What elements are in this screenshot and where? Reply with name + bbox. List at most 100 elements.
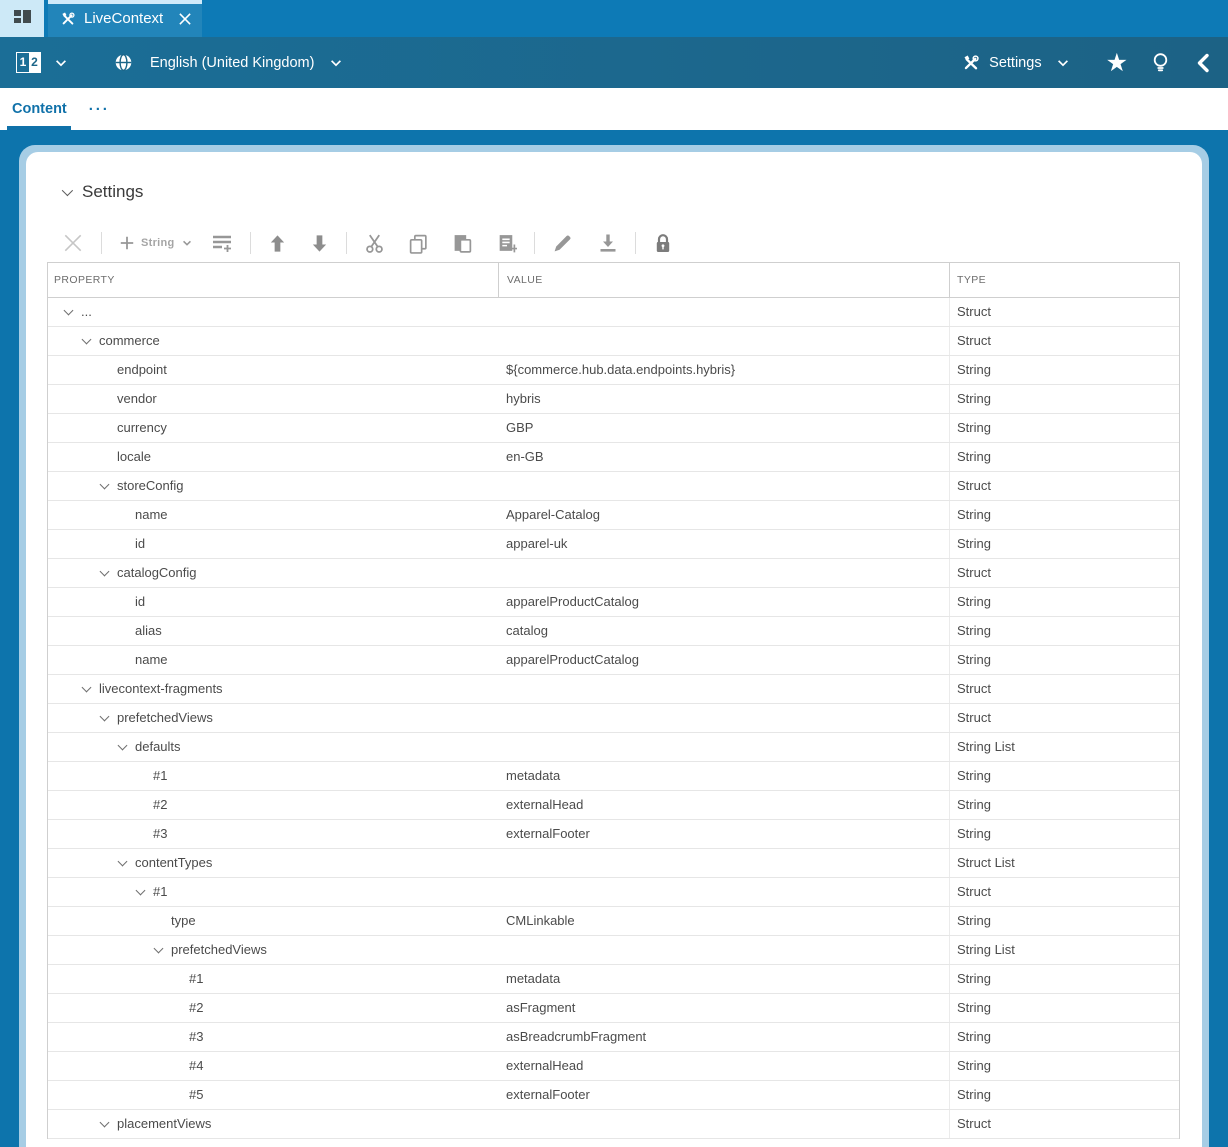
table-row[interactable]: localeen-GBString: [48, 443, 1179, 472]
table-row[interactable]: #2asFragmentString: [48, 994, 1179, 1023]
value-cell[interactable]: apparelProductCatalog: [498, 588, 949, 616]
expand-chevron-icon[interactable]: [100, 712, 110, 722]
value-cell[interactable]: apparelProductCatalog: [498, 646, 949, 674]
value-cell[interactable]: [498, 936, 949, 964]
paste-here-icon[interactable]: [496, 233, 517, 254]
property-cell[interactable]: commerce: [48, 327, 498, 355]
table-row[interactable]: nameApparel-CatalogString: [48, 501, 1179, 530]
property-cell[interactable]: #1: [48, 965, 498, 993]
property-cell[interactable]: name: [48, 501, 498, 529]
table-row[interactable]: contentTypesStruct List: [48, 849, 1179, 878]
expand-chevron-icon[interactable]: [154, 944, 164, 954]
table-row[interactable]: defaultsString List: [48, 733, 1179, 762]
value-cell[interactable]: externalFooter: [498, 1081, 949, 1109]
property-cell[interactable]: #3: [48, 820, 498, 848]
value-cell[interactable]: externalHead: [498, 791, 949, 819]
site-switcher-chevron-icon[interactable]: [54, 56, 68, 70]
property-cell[interactable]: id: [48, 530, 498, 558]
table-row[interactable]: endpoint${commerce.hub.data.endpoints.hy…: [48, 356, 1179, 385]
property-cell[interactable]: id: [48, 588, 498, 616]
value-cell[interactable]: [498, 878, 949, 906]
remove-icon[interactable]: [62, 232, 84, 254]
value-cell[interactable]: ${commerce.hub.data.endpoints.hybris}: [498, 356, 949, 384]
table-row[interactable]: #3asBreadcrumbFragmentString: [48, 1023, 1179, 1052]
table-row[interactable]: currencyGBPString: [48, 414, 1179, 443]
value-cell[interactable]: [498, 472, 949, 500]
table-row[interactable]: #1Struct: [48, 878, 1179, 907]
value-cell[interactable]: [498, 298, 949, 326]
value-cell[interactable]: externalHead: [498, 1052, 949, 1080]
edit-icon[interactable]: [552, 233, 573, 254]
table-row[interactable]: #2externalHeadString: [48, 791, 1179, 820]
value-cell[interactable]: [498, 327, 949, 355]
value-cell[interactable]: en-GB: [498, 443, 949, 471]
copy-icon[interactable]: [408, 233, 429, 254]
table-row[interactable]: livecontext-fragmentsStruct: [48, 675, 1179, 704]
table-row[interactable]: #5externalFooterString: [48, 1081, 1179, 1110]
property-cell[interactable]: livecontext-fragments: [48, 675, 498, 703]
value-cell[interactable]: metadata: [498, 965, 949, 993]
expand-chevron-icon[interactable]: [100, 567, 110, 577]
cut-icon[interactable]: [364, 233, 385, 254]
app-switcher-button[interactable]: [0, 0, 44, 37]
more-tabs-button[interactable]: ···: [89, 101, 110, 118]
settings-menu[interactable]: Settings: [989, 55, 1041, 71]
tab-content[interactable]: Content: [12, 101, 67, 117]
chevron-left-icon[interactable]: [1195, 53, 1210, 73]
site-switcher-badge[interactable]: 1 2: [16, 52, 41, 73]
close-icon[interactable]: [178, 12, 192, 26]
value-cell[interactable]: [498, 849, 949, 877]
tab-livecontext[interactable]: LiveContext: [48, 0, 202, 37]
add-icon[interactable]: [119, 235, 135, 251]
move-up-icon[interactable]: [268, 233, 287, 254]
value-cell[interactable]: [498, 733, 949, 761]
property-cell[interactable]: defaults: [48, 733, 498, 761]
paste-icon[interactable]: [452, 233, 473, 254]
table-row[interactable]: catalogConfigStruct: [48, 559, 1179, 588]
property-cell[interactable]: #2: [48, 994, 498, 1022]
table-row[interactable]: aliascatalogString: [48, 617, 1179, 646]
chevron-down-icon[interactable]: [181, 237, 193, 249]
expand-chevron-icon[interactable]: [118, 741, 128, 751]
value-cell[interactable]: Apparel-Catalog: [498, 501, 949, 529]
value-cell[interactable]: [498, 559, 949, 587]
table-row[interactable]: ...Struct: [48, 298, 1179, 327]
locale-selector[interactable]: English (United Kingdom): [150, 55, 314, 71]
property-cell[interactable]: #2: [48, 791, 498, 819]
property-cell[interactable]: #5: [48, 1081, 498, 1109]
table-row[interactable]: #3externalFooterString: [48, 820, 1179, 849]
table-row[interactable]: prefetchedViewsStruct: [48, 704, 1179, 733]
property-cell[interactable]: locale: [48, 443, 498, 471]
property-cell[interactable]: #3: [48, 1023, 498, 1051]
property-cell[interactable]: prefetchedViews: [48, 936, 498, 964]
lightbulb-icon[interactable]: [1152, 52, 1169, 73]
table-row[interactable]: nameapparelProductCatalogString: [48, 646, 1179, 675]
property-cell[interactable]: type: [48, 907, 498, 935]
property-cell[interactable]: prefetchedViews: [48, 704, 498, 732]
value-cell[interactable]: asFragment: [498, 994, 949, 1022]
move-down-icon[interactable]: [310, 233, 329, 254]
table-row[interactable]: typeCMLinkableString: [48, 907, 1179, 936]
property-cell[interactable]: #4: [48, 1052, 498, 1080]
value-cell[interactable]: CMLinkable: [498, 907, 949, 935]
property-cell[interactable]: endpoint: [48, 356, 498, 384]
property-cell[interactable]: name: [48, 646, 498, 674]
collapse-chevron-icon[interactable]: [62, 185, 73, 196]
table-row[interactable]: storeConfigStruct: [48, 472, 1179, 501]
table-row[interactable]: idapparelProductCatalogString: [48, 588, 1179, 617]
table-row[interactable]: #4externalHeadString: [48, 1052, 1179, 1081]
property-cell[interactable]: currency: [48, 414, 498, 442]
protect-icon[interactable]: [653, 233, 673, 254]
expand-chevron-icon[interactable]: [100, 480, 110, 490]
star-icon[interactable]: ★: [1106, 53, 1128, 73]
expand-chevron-icon[interactable]: [136, 886, 146, 896]
value-cell[interactable]: metadata: [498, 762, 949, 790]
value-cell[interactable]: apparel-uk: [498, 530, 949, 558]
property-cell[interactable]: contentTypes: [48, 849, 498, 877]
settings-chevron-icon[interactable]: [1056, 56, 1070, 70]
property-cell[interactable]: #1: [48, 762, 498, 790]
expand-chevron-icon[interactable]: [82, 683, 92, 693]
locale-chevron-icon[interactable]: [329, 56, 343, 70]
table-row[interactable]: prefetchedViewsString List: [48, 936, 1179, 965]
table-row[interactable]: #1metadataString: [48, 965, 1179, 994]
